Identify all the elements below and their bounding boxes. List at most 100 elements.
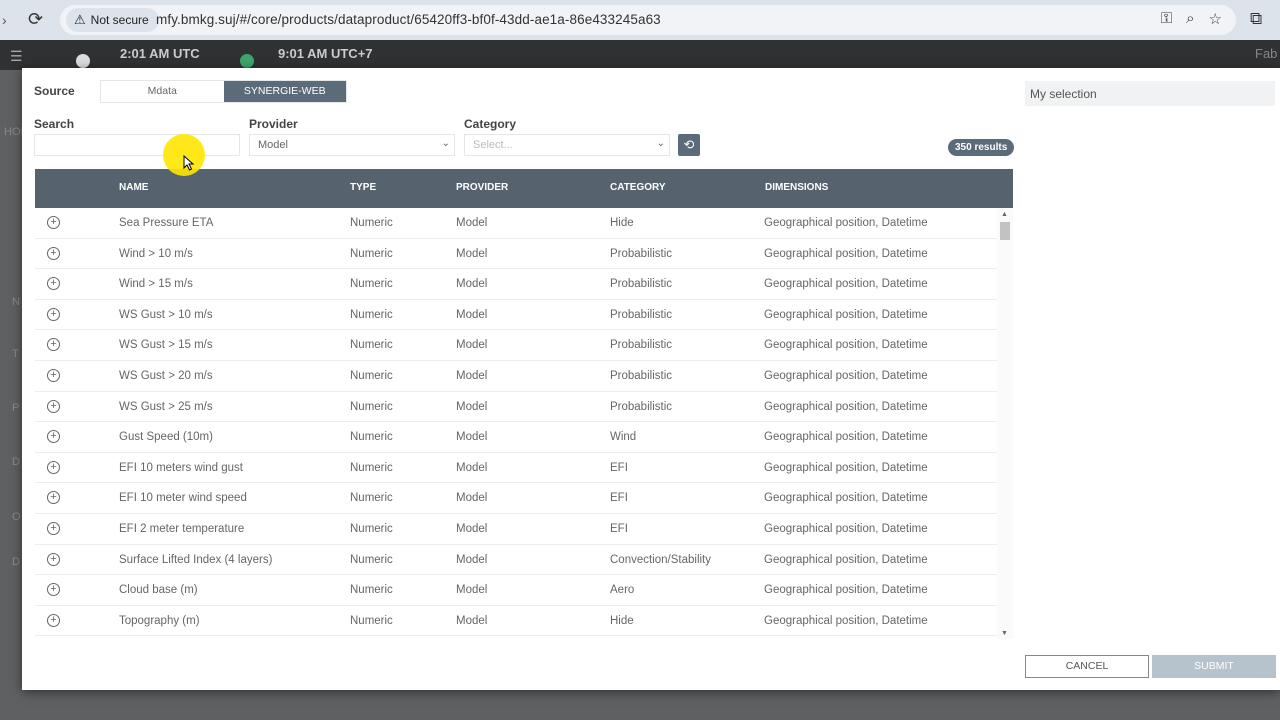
cell-provider: Model [456, 614, 488, 627]
bookmark-star-icon[interactable]: ☆ [1209, 10, 1222, 28]
table-scrollbar[interactable]: ▲ ▼ [997, 208, 1013, 639]
chevron-down-icon: ⌄ [441, 138, 450, 149]
cell-provider: Model [456, 584, 488, 597]
add-circle-icon[interactable]: + [47, 521, 60, 535]
table-row[interactable]: + WS Gust > 10 m/s Numeric Model Probabilist… [35, 300, 997, 331]
table-row[interactable]: + Gust Speed (10m) Numeric Model Wind Geograp… [35, 422, 997, 453]
cell-provider: Model [456, 431, 488, 444]
category-placeholder: Select... [473, 139, 513, 151]
add-circle-icon[interactable]: + [47, 216, 60, 229]
cell-provider: Model [456, 522, 488, 535]
add-circle-icon[interactable]: + [47, 491, 60, 505]
cell-provider: Model [456, 369, 488, 382]
add-circle-icon[interactable]: + [47, 277, 60, 291]
cell-dimensions: Geographical position, Datetime [764, 522, 928, 535]
cell-dimensions: Geographical position, Datetime [764, 553, 928, 566]
source-option-synergie-web[interactable]: SYNERGIE-WEB [223, 81, 346, 102]
table-row[interactable]: + WS Gust > 15 m/s Numeric Model Probabilist… [35, 330, 997, 361]
table-row[interactable]: + WS Gust > 20 m/s Numeric Model Probabilist… [35, 361, 997, 392]
cell-category: Probabilistic [610, 247, 672, 260]
menu-icon[interactable]: ☰ [10, 48, 23, 65]
add-circle-icon[interactable]: + [47, 430, 60, 444]
table-row[interactable]: + WS Gust > 25 m/s Numeric Model Probabilist… [35, 392, 997, 423]
column-header-provider[interactable]: PROVIDER [456, 182, 508, 193]
table-row[interactable]: + EFI 2 meter temperature Numeric Model EFI G… [35, 514, 997, 545]
cell-type: Numeric [350, 217, 393, 229]
cell-type: Numeric [350, 461, 393, 474]
cell-name: Topography (m) [119, 614, 200, 627]
my-selection-panel: My selection [1025, 81, 1275, 106]
add-circle-icon[interactable]: + [47, 583, 60, 597]
cell-dimensions: Geographical position, Datetime [764, 217, 928, 229]
cell-dimensions: Geographical position, Datetime [764, 614, 928, 627]
security-chip[interactable]: ⚠ Not secure [66, 8, 159, 32]
back-arrow-icon[interactable]: › [2, 12, 7, 28]
key-icon[interactable]: ⚿ [1161, 10, 1172, 28]
cell-category: Hide [610, 217, 634, 229]
search-input[interactable] [35, 135, 239, 155]
table-row[interactable]: + Sea Pressure ETA Numeric Model Hide Geograp… [35, 208, 997, 239]
search-field[interactable] [34, 134, 240, 156]
cell-category: Convection/Stability [610, 553, 711, 566]
reload-icon[interactable]: ⟳ [28, 9, 43, 30]
cell-name: Sea Pressure ETA [119, 217, 214, 229]
address-bar[interactable]: ⚠ Not secure mfy.bmkg.suj/#/core/product… [60, 5, 1236, 35]
add-circle-icon[interactable]: + [47, 338, 60, 352]
category-select[interactable]: Select... ⌄ [464, 134, 670, 156]
cell-name: Cloud base (m) [119, 584, 198, 597]
bg-letter: N [12, 296, 20, 308]
scroll-down-icon[interactable]: ▼ [1001, 630, 1008, 637]
cell-provider: Model [456, 339, 488, 352]
add-circle-icon[interactable]: + [47, 460, 60, 474]
cell-type: Numeric [350, 614, 393, 627]
table-row[interactable]: + Wind > 10 m/s Numeric Model Probabilistic G… [35, 239, 997, 270]
scrollbar-thumb[interactable] [1000, 222, 1010, 240]
cell-name: EFI 10 meters wind gust [119, 461, 243, 474]
cell-dimensions: Geographical position, Datetime [764, 308, 928, 321]
table-row[interactable]: + Surface Lifted Index (4 layers) Numeric M… [35, 545, 997, 576]
table-row[interactable]: + Cloud base (m) Numeric Model Aero Geographi… [35, 575, 997, 606]
cell-provider: Model [456, 553, 488, 566]
column-header-name[interactable]: NAME [119, 182, 148, 193]
add-circle-icon[interactable]: + [47, 368, 60, 382]
add-circle-icon[interactable]: + [47, 613, 60, 627]
table-row[interactable]: + EFI 10 meter wind speed Numeric Model EFI G… [35, 483, 997, 514]
cell-type: Numeric [350, 522, 393, 535]
table-row[interactable]: + Topography (m) Numeric Model Hide Geographi… [35, 606, 997, 637]
table-row[interactable]: + EFI 10 meters wind gust Numeric Model EFI G… [35, 453, 997, 484]
cell-category: Probabilistic [610, 308, 672, 321]
column-header-category[interactable]: CATEGORY [610, 182, 666, 193]
cell-name: WS Gust > 25 m/s [119, 400, 213, 413]
table-row[interactable]: + Wind > 15 m/s Numeric Model Probabilistic G… [35, 269, 997, 300]
bg-letter: O [12, 511, 21, 523]
provider-select[interactable]: Model ⌄ [249, 134, 455, 156]
bg-letter: D [12, 456, 20, 468]
column-header-dimensions[interactable]: DIMENSIONS [765, 182, 828, 193]
data-table: NAME TYPE PROVIDER CATEGORY DIMENSIONS +… [35, 169, 1013, 639]
browser-toolbar: › ⟳ ⚠ Not secure mfy.bmkg.suj/#/core/pro… [0, 0, 1280, 40]
cell-category: Probabilistic [610, 339, 672, 352]
scroll-up-icon[interactable]: ▲ [1001, 211, 1008, 218]
source-option-mdata[interactable]: Mdata [101, 81, 224, 102]
bg-letter: T [12, 348, 19, 360]
cell-provider: Model [456, 400, 488, 413]
url-text[interactable]: mfy.bmkg.suj/#/core/products/dataproduct… [156, 12, 661, 27]
add-circle-icon[interactable]: + [47, 399, 60, 413]
add-circle-icon[interactable]: + [47, 552, 60, 566]
refresh-button[interactable]: ⟲ [678, 134, 700, 156]
my-selection-label: My selection [1030, 87, 1097, 101]
cell-dimensions: Geographical position, Datetime [764, 339, 928, 352]
cell-provider: Model [456, 308, 488, 321]
zoom-icon[interactable]: ⌕ [1186, 10, 1194, 28]
cell-type: Numeric [350, 553, 393, 566]
submit-button[interactable]: SUBMIT [1152, 655, 1276, 678]
cancel-button[interactable]: CANCEL [1025, 655, 1149, 678]
category-label: Category [464, 117, 517, 131]
column-header-type[interactable]: TYPE [350, 182, 376, 193]
add-circle-icon[interactable]: + [47, 307, 60, 321]
add-circle-icon[interactable]: + [47, 246, 60, 260]
cell-type: Numeric [350, 369, 393, 382]
extensions-icon[interactable]: ⧉ [1250, 9, 1262, 29]
cell-name: Gust Speed (10m) [119, 431, 213, 444]
cell-category: Hide [610, 614, 634, 627]
